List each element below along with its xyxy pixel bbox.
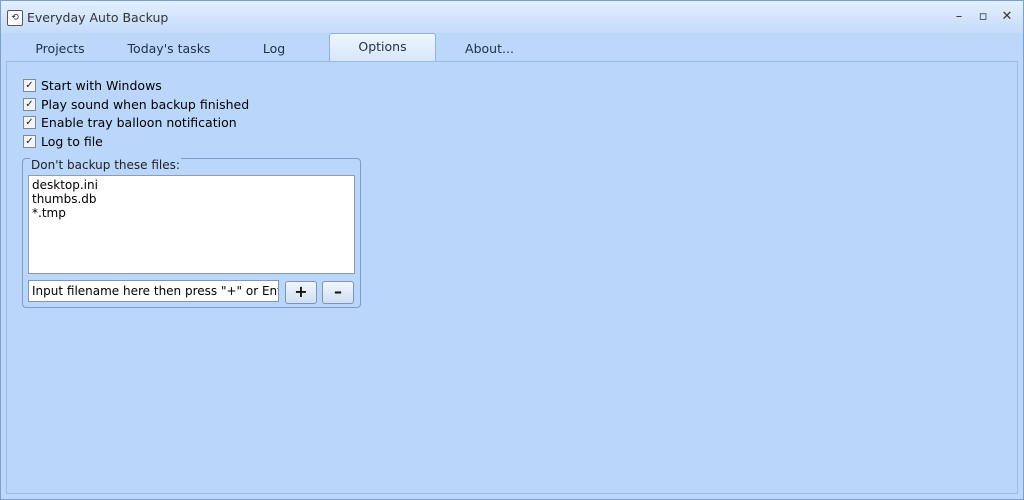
checkbox-checked-icon[interactable]: ✓	[23, 97, 36, 111]
filename-input[interactable]: Input filename here then press "+" or En…	[28, 280, 279, 302]
tab-log[interactable]: Log	[224, 37, 324, 61]
checkbox-checked-icon[interactable]: ✓	[23, 134, 36, 148]
option-log-to-file[interactable]: ✓ Log to file	[23, 133, 103, 149]
checkbox-checked-icon[interactable]: ✓	[23, 78, 36, 92]
option-label: Log to file	[41, 133, 103, 149]
title-bar[interactable]: ⟲ Everyday Auto Backup – ▫ ✕	[1, 1, 1023, 33]
options-panel: ✓ Start with Windows ✓ Play sound when b…	[6, 61, 1018, 494]
tab-todays-tasks[interactable]: Today's tasks	[114, 37, 224, 61]
app-window: ⟲ Everyday Auto Backup – ▫ ✕ Projects To…	[0, 0, 1024, 500]
window-title: Everyday Auto Backup	[27, 10, 169, 25]
list-item[interactable]: *.tmp	[32, 206, 351, 220]
option-play-sound[interactable]: ✓ Play sound when backup finished	[23, 96, 249, 112]
option-tray-balloon[interactable]: ✓ Enable tray balloon notification	[23, 114, 237, 130]
option-label: Enable tray balloon notification	[41, 114, 237, 130]
tab-options[interactable]: Options	[329, 33, 436, 62]
maximize-button[interactable]: ▫	[973, 7, 993, 27]
close-button[interactable]: ✕	[997, 7, 1017, 27]
checkbox-checked-icon[interactable]: ✓	[23, 115, 36, 129]
remove-file-button[interactable]: –	[322, 281, 354, 304]
option-label: Start with Windows	[41, 77, 162, 93]
option-start-with-windows[interactable]: ✓ Start with Windows	[23, 77, 162, 93]
tab-projects[interactable]: Projects	[6, 37, 114, 61]
app-icon: ⟲	[7, 10, 23, 26]
exclude-files-legend: Don't backup these files:	[30, 158, 181, 172]
add-file-button[interactable]: +	[285, 281, 317, 304]
window-controls: – ▫ ✕	[949, 7, 1017, 27]
option-label: Play sound when backup finished	[41, 96, 250, 112]
list-item[interactable]: thumbs.db	[32, 192, 351, 206]
excluded-files-list[interactable]: desktop.ini thumbs.db *.tmp	[28, 175, 355, 274]
minimize-button[interactable]: –	[949, 7, 969, 27]
tab-about[interactable]: About...	[436, 37, 543, 61]
list-item[interactable]: desktop.ini	[32, 178, 351, 192]
